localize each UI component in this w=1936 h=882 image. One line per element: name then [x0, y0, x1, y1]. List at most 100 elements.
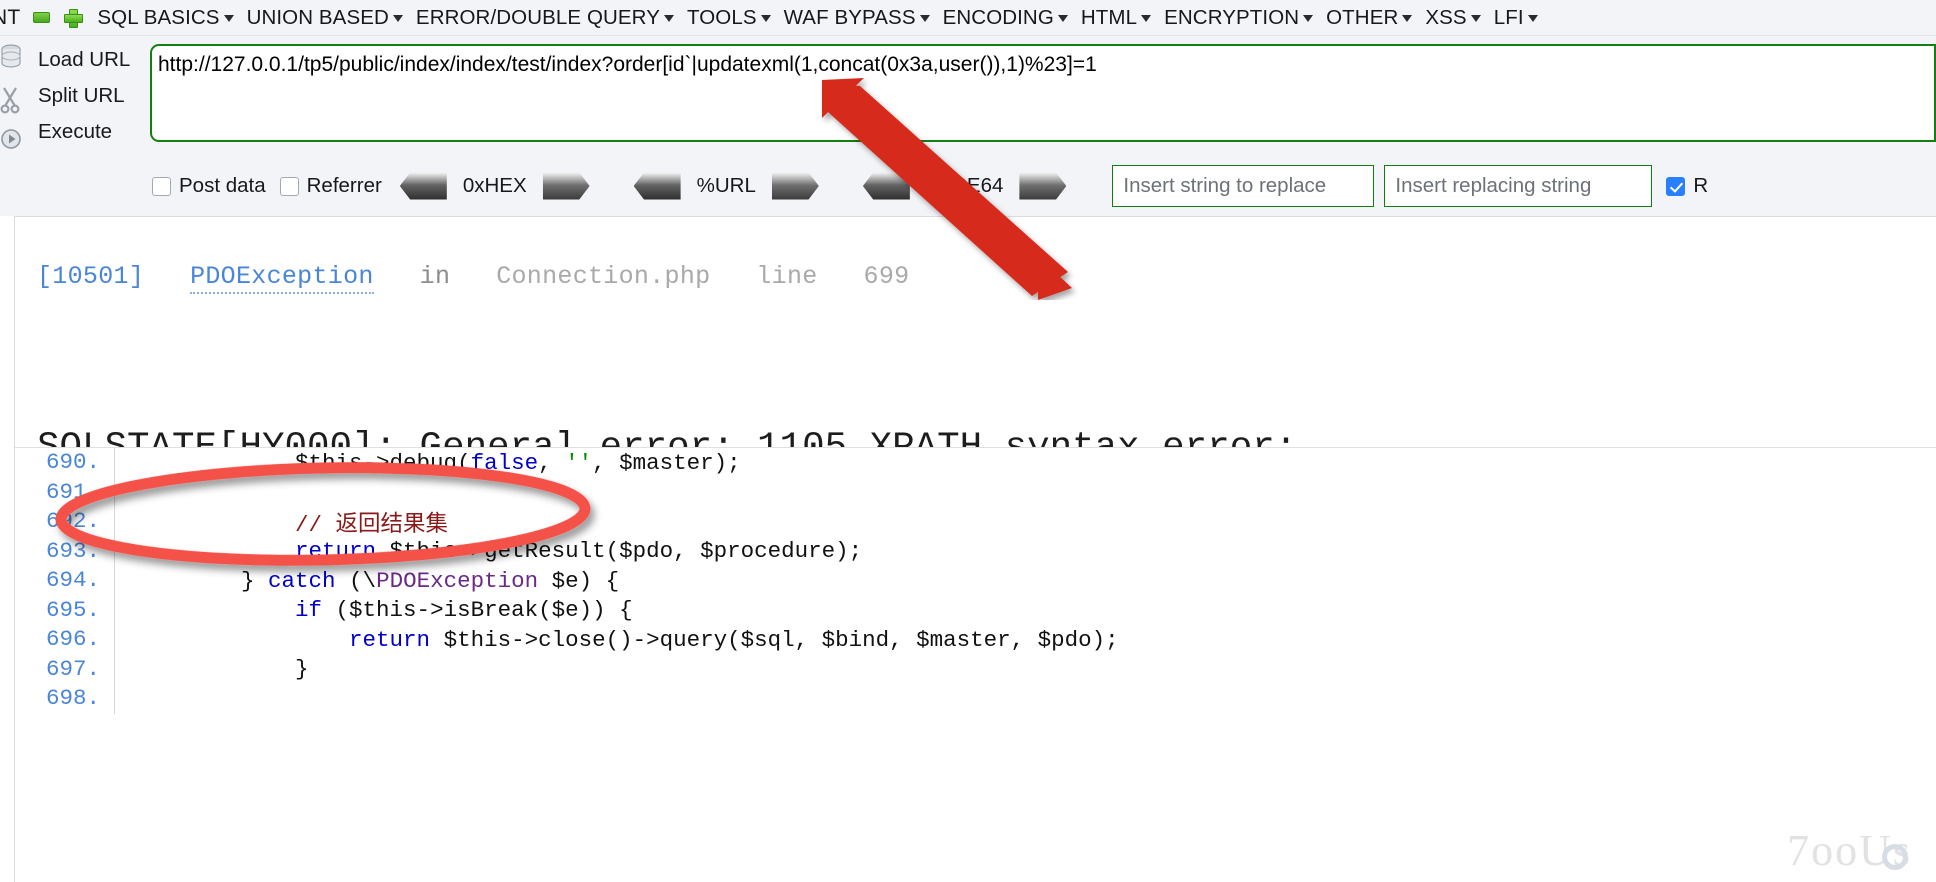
menu-other[interactable]: OTHER: [1317, 6, 1416, 30]
plus-icon[interactable]: [64, 9, 81, 26]
code-line-number: 692.: [15, 507, 115, 537]
code-line: 691.: [15, 478, 1936, 508]
replace-enable-label: R: [1693, 174, 1708, 198]
code-line: 694. } catch (\PDOException $e) {: [15, 566, 1936, 596]
code-line-number: 690.: [15, 448, 115, 478]
code-line-text: $this->debug(false, '', $master);: [115, 450, 741, 476]
hex-encode-arrow-icon[interactable]: [543, 173, 590, 200]
replacing-string-input[interactable]: [1384, 165, 1652, 207]
code-line-number: 694.: [15, 566, 115, 596]
menu-label: LFI: [1494, 6, 1524, 30]
database-icon[interactable]: [0, 44, 22, 74]
chevron-down-icon: [1058, 15, 1068, 22]
menu-label: ENCODING: [943, 6, 1054, 30]
menu-label: WAF BYPASS: [784, 6, 916, 30]
base64-encoder-group: BASE64: [863, 173, 1067, 200]
exception-line-word: line: [756, 262, 817, 291]
menu-encryption[interactable]: ENCRYPTION: [1155, 6, 1317, 30]
execute-play-icon[interactable]: [0, 128, 22, 158]
menu-label: TOOLS: [687, 6, 757, 30]
url-encode-arrow-icon[interactable]: [772, 173, 819, 200]
url-panel: Load URL Split URL Execute Post data Ref…: [0, 36, 1936, 216]
replace-enable-checkbox[interactable]: R: [1666, 174, 1708, 198]
code-line-number: 698.: [15, 684, 115, 714]
menu-encoding[interactable]: ENCODING: [934, 6, 1072, 30]
code-line-number: 691.: [15, 478, 115, 508]
menu-error-double-query[interactable]: ERROR/DOUBLE QUERY: [407, 6, 678, 30]
chevron-down-icon: [1303, 15, 1313, 22]
checkbox-box[interactable]: [280, 177, 299, 196]
code-line-number: 697.: [15, 655, 115, 685]
code-line-text: if ($this->isBreak($e)) {: [115, 597, 633, 623]
hex-decode-arrow-icon[interactable]: [400, 173, 447, 200]
load-url-button[interactable]: Load URL: [30, 42, 140, 78]
menu-label: ERROR/DOUBLE QUERY: [416, 6, 660, 30]
menu-html[interactable]: HTML: [1072, 6, 1155, 30]
exception-code: [10501]: [37, 262, 144, 291]
code-line: 696. return $this->close()->query($sql, …: [15, 625, 1936, 655]
menu-label: SQL BASICS: [97, 6, 219, 30]
code-line-text: return $this->getResult($pdo, $procedure…: [115, 538, 862, 564]
split-url-button[interactable]: Split URL: [30, 78, 140, 114]
url-encoder-label: %URL: [697, 174, 756, 198]
replace-string-input[interactable]: [1112, 165, 1374, 207]
post-data-checkbox[interactable]: Post data: [152, 174, 266, 198]
menubar-left-label: NT: [0, 6, 26, 30]
url-encoder-group: %URL: [634, 173, 819, 200]
base64-decode-arrow-icon[interactable]: [863, 173, 910, 200]
menu-xss[interactable]: XSS: [1416, 6, 1484, 30]
minus-icon[interactable]: [33, 12, 50, 23]
scissors-icon[interactable]: [0, 86, 22, 116]
options-toolbar: Post data Referrer 0xHEX %URL BASE64: [0, 156, 1936, 216]
code-line-number: 696.: [15, 625, 115, 655]
referrer-label: Referrer: [307, 174, 382, 198]
code-line: 693. return $this->getResult($pdo, $proc…: [15, 537, 1936, 567]
chevron-down-icon: [393, 15, 403, 22]
checkbox-box[interactable]: [152, 177, 171, 196]
code-line: 692. // 返回结果集: [15, 507, 1936, 537]
code-line-number: 695.: [15, 596, 115, 626]
menu-label: HTML: [1081, 6, 1137, 30]
menu-label: XSS: [1425, 6, 1466, 30]
chevron-down-icon: [920, 15, 930, 22]
menu-sql-basics[interactable]: SQL BASICS: [88, 6, 237, 30]
menu-waf-bypass[interactable]: WAF BYPASS: [775, 6, 934, 30]
menu-label: ENCRYPTION: [1164, 6, 1299, 30]
checkbox-box-checked[interactable]: [1666, 177, 1685, 196]
url-decode-arrow-icon[interactable]: [634, 173, 681, 200]
code-line-text: }: [115, 656, 309, 682]
exception-line-number: 699: [864, 262, 910, 291]
source-code-listing: 690. $this->debug(false, '', $master);69…: [15, 447, 1936, 714]
error-page-content: [10501] PDOException in Connection.php l…: [14, 216, 1936, 882]
base64-encoder-label: BASE64: [926, 174, 1004, 198]
menu-lfi[interactable]: LFI: [1485, 6, 1542, 30]
chevron-down-icon: [1141, 15, 1151, 22]
code-line: 698.: [15, 684, 1936, 714]
chevron-down-icon: [1402, 15, 1412, 22]
gear-icon: [1882, 844, 1908, 870]
hackbar-menubar: NT SQL BASICS UNION BASED ERROR/DOUBLE Q…: [0, 0, 1936, 36]
menu-label: OTHER: [1326, 6, 1398, 30]
exception-file: Connection.php: [496, 262, 710, 291]
code-line: 690. $this->debug(false, '', $master);: [15, 448, 1936, 478]
side-icon-column: [0, 36, 24, 170]
chevron-down-icon: [761, 15, 771, 22]
url-input[interactable]: [150, 44, 1936, 142]
hex-encoder-label: 0xHEX: [463, 174, 527, 198]
chevron-down-icon: [224, 15, 234, 22]
exception-name-link[interactable]: PDOException: [190, 262, 374, 294]
base64-encode-arrow-icon[interactable]: [1019, 173, 1066, 200]
menu-tools[interactable]: TOOLS: [678, 6, 775, 30]
hackbar-sqli-screenshot: NT SQL BASICS UNION BASED ERROR/DOUBLE Q…: [0, 0, 1936, 882]
menu-union-based[interactable]: UNION BASED: [238, 6, 407, 30]
code-line-text: // 返回结果集: [115, 506, 448, 538]
hex-encoder-group: 0xHEX: [400, 173, 590, 200]
code-line: 695. if ($this->isBreak($e)) {: [15, 596, 1936, 626]
chevron-down-icon: [664, 15, 674, 22]
url-action-buttons: Load URL Split URL Execute: [30, 42, 140, 150]
execute-button[interactable]: Execute: [30, 114, 140, 150]
exception-in-word: in: [420, 262, 451, 291]
code-line-text: } catch (\PDOException $e) {: [115, 568, 619, 594]
referrer-checkbox[interactable]: Referrer: [280, 174, 382, 198]
menu-label: UNION BASED: [247, 6, 389, 30]
